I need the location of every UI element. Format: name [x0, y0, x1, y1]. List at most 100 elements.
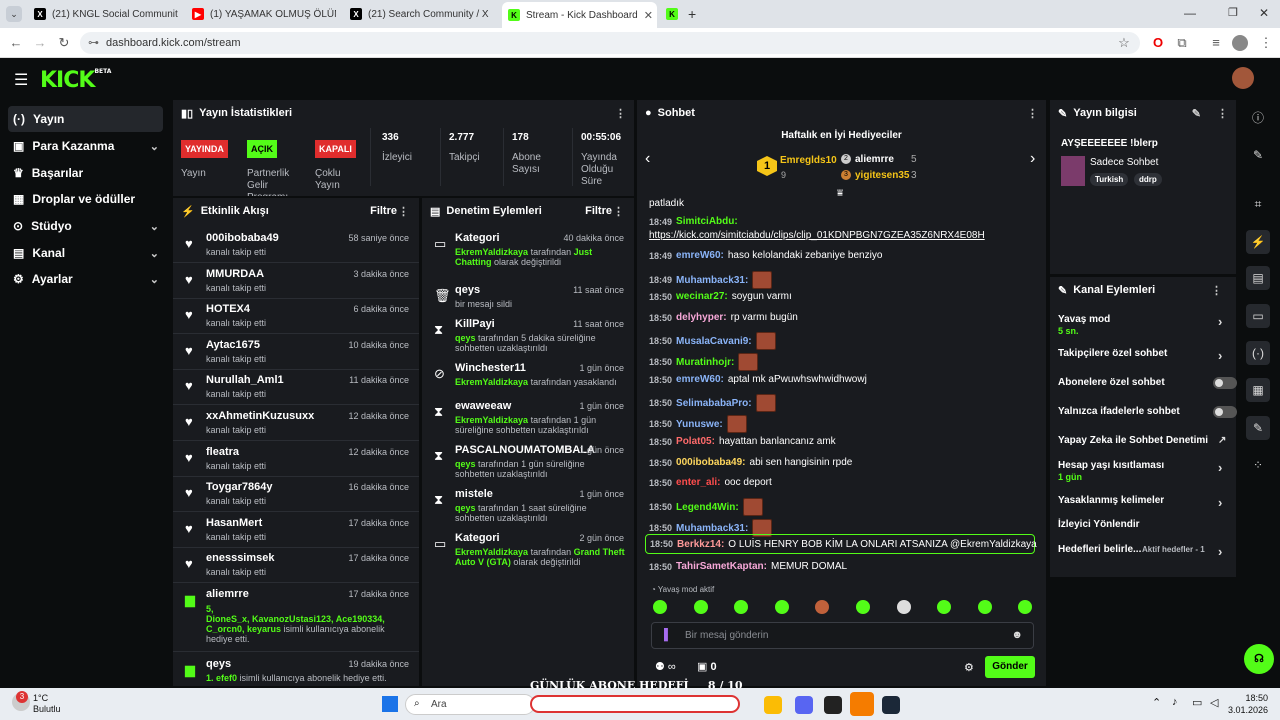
minimize-button[interactable]: —: [1184, 6, 1196, 20]
emote-button[interactable]: [937, 600, 952, 614]
network-icon[interactable]: ▭: [1192, 696, 1202, 709]
tray-chevron-icon[interactable]: ⌃: [1152, 696, 1161, 709]
action-item[interactable]: İzleyici Yönlendir: [1058, 519, 1233, 530]
activity-user[interactable]: xxAhmetinKuzusuxx: [206, 410, 314, 422]
add-panel-icon[interactable]: ⁘: [1246, 453, 1270, 477]
mod-actor[interactable]: EkremYaldizkaya: [455, 247, 528, 257]
forward-icon[interactable]: →: [32, 35, 48, 51]
emote-button[interactable]: [734, 600, 749, 614]
send-button[interactable]: Gönder: [985, 656, 1035, 678]
mod-target[interactable]: Winchester11: [455, 362, 526, 374]
action-item[interactable]: Hedefleri belirle... Aktif hedefler - 1 ›: [1058, 544, 1233, 559]
mod-actor[interactable]: qeys: [455, 333, 476, 343]
mod-actor[interactable]: EkremYaldizkaya: [455, 377, 528, 387]
emote-button[interactable]: [1018, 600, 1033, 614]
activity-user[interactable]: Toygar7864y: [206, 481, 272, 493]
tab-kick-small[interactable]: K: [662, 3, 684, 25]
chat-username[interactable]: Muratinhojr:: [676, 357, 734, 368]
action-item[interactable]: Yapay Zeka ile Sohbet Denetimi ↗: [1058, 435, 1233, 446]
bolt-icon[interactable]: ⚡: [1246, 230, 1270, 254]
action-item[interactable]: Yasaklanmış kelimeler ›: [1058, 495, 1233, 510]
activity-user[interactable]: HOTEX4: [206, 303, 250, 315]
chat-username[interactable]: delyhyper:: [676, 312, 727, 323]
focus-icon[interactable]: ⌗: [1246, 192, 1270, 216]
more-icon[interactable]: ⋮: [1217, 107, 1228, 120]
sidebar-item-droplar[interactable]: ▦ Droplar ve ödüller: [8, 186, 163, 212]
activity-user[interactable]: 000ibobaba49: [206, 232, 279, 244]
maximize-button[interactable]: ❐: [1228, 6, 1238, 19]
hamburger-icon[interactable]: ☰: [14, 70, 28, 90]
chat-input[interactable]: ▌ Bir mesaj gönderin ☻: [651, 622, 1034, 649]
gifter-name[interactable]: yigitesen35: [855, 170, 909, 181]
more-icon[interactable]: ⋮: [615, 107, 626, 120]
activity-user[interactable]: enesssimsek: [206, 552, 275, 564]
action-item[interactable]: Yavaş mod 5 sn. ›: [1058, 314, 1233, 336]
chat-username[interactable]: SimitciAbdu:: [676, 216, 738, 227]
emote-button[interactable]: [653, 600, 667, 614]
sidebar-item-para-kazanma[interactable]: ▣ Para Kazanma ⌄: [8, 133, 163, 159]
more-icon[interactable]: ⋮: [398, 205, 409, 218]
new-tab-button[interactable]: +: [688, 6, 696, 22]
action-item[interactable]: Hesap yaşı kısıtlaması 1 gün ›: [1058, 460, 1233, 482]
tab-youtube[interactable]: ▶(1) YAŞAMAK OLMUŞ ÖLÜMDE✕: [186, 3, 336, 25]
infinity-icon[interactable]: ⚉ ∞: [655, 660, 676, 673]
mod-target[interactable]: mistele: [455, 488, 493, 500]
sidebar-item-kanal[interactable]: ▤ Kanal ⌄: [8, 240, 163, 266]
edit-icon[interactable]: ✎: [1192, 107, 1201, 120]
mod-actor[interactable]: EkremYaldizkaya: [455, 415, 528, 425]
top-gifter-name[interactable]: Emreglds10: [780, 155, 837, 166]
mic-icon[interactable]: ▌: [664, 629, 672, 641]
emote-button[interactable]: [815, 600, 830, 614]
mod-target[interactable]: Kategori: [455, 532, 500, 544]
sidebar-item-basarilar[interactable]: ♛ Başarılar: [8, 160, 163, 186]
url-field[interactable]: ⊶ dashboard.kick.com/stream: [80, 32, 1140, 54]
bookmark-star-icon[interactable]: ☆: [1116, 35, 1132, 51]
emote-button[interactable]: [856, 600, 870, 614]
chat-username[interactable]: 000ibobaba49:: [676, 457, 745, 468]
sidebar-item-yayin[interactable]: (·) Yayın: [8, 106, 163, 132]
mod-target[interactable]: PASCALNOUMATOMBALA: [455, 444, 595, 456]
close-icon[interactable]: ✕: [644, 9, 653, 22]
reload-icon[interactable]: ↻: [56, 35, 72, 51]
toggle-switch[interactable]: [1213, 406, 1237, 418]
chat-username[interactable]: emreW60:: [676, 250, 724, 261]
taskbar-search[interactable]: ⌕ Ara: [405, 694, 535, 715]
more-icon[interactable]: ⋮: [613, 205, 624, 218]
chat-username[interactable]: enter_ali:: [676, 477, 720, 488]
volume-icon[interactable]: ◁: [1210, 696, 1218, 709]
activity-user[interactable]: MMURDAA: [206, 268, 264, 280]
activity-user[interactable]: HasanMert: [206, 517, 262, 529]
obs-icon[interactable]: [824, 696, 842, 714]
extensions-icon[interactable]: ⧉: [1174, 35, 1190, 51]
action-item[interactable]: Takipçilere özel sohbet ›: [1058, 348, 1233, 363]
activity-filter-button[interactable]: Filtre: [370, 205, 397, 217]
opera-icon[interactable]: O: [1150, 35, 1166, 51]
steam-icon[interactable]: [882, 696, 900, 714]
windows-start-icon[interactable]: [382, 696, 398, 712]
chat-username[interactable]: MusalaCavani9:: [676, 336, 752, 347]
wrench-icon[interactable]: ✎: [1246, 416, 1270, 440]
chat-username[interactable]: emreW60:: [676, 374, 724, 385]
tab-kngl[interactable]: X(21) KNGL Social Community /✕: [28, 3, 178, 25]
doc-icon[interactable]: ▤: [1246, 266, 1270, 290]
site-info-icon[interactable]: ⊶: [88, 32, 99, 54]
mod-actor[interactable]: qeys: [455, 503, 476, 513]
app-icon[interactable]: [850, 692, 874, 716]
mod-target[interactable]: KillPayi: [455, 318, 495, 330]
mod-target[interactable]: Kategori: [455, 232, 500, 244]
emote-button[interactable]: [774, 600, 789, 614]
expand-icon[interactable]: ⩸: [837, 188, 843, 199]
info-icon[interactable]: ⓘ: [1246, 106, 1270, 130]
emote-button[interactable]: [693, 600, 708, 614]
toggle-switch[interactable]: [1213, 377, 1237, 389]
video-icon[interactable]: ▦: [1246, 378, 1270, 402]
moderation-filter-button[interactable]: Filtre: [585, 205, 612, 217]
chat-username[interactable]: TahirSametKaptan:: [676, 561, 767, 572]
emoji-icon[interactable]: ☻: [1011, 629, 1023, 641]
reading-list-icon[interactable]: ≡: [1208, 35, 1224, 51]
discord-icon[interactable]: [795, 696, 813, 714]
chat-icon[interactable]: ▭: [1246, 304, 1270, 328]
emote-button[interactable]: [977, 600, 992, 614]
activity-user[interactable]: Nurullah_Aml1: [206, 374, 284, 386]
close-window-button[interactable]: ✕: [1259, 6, 1269, 20]
